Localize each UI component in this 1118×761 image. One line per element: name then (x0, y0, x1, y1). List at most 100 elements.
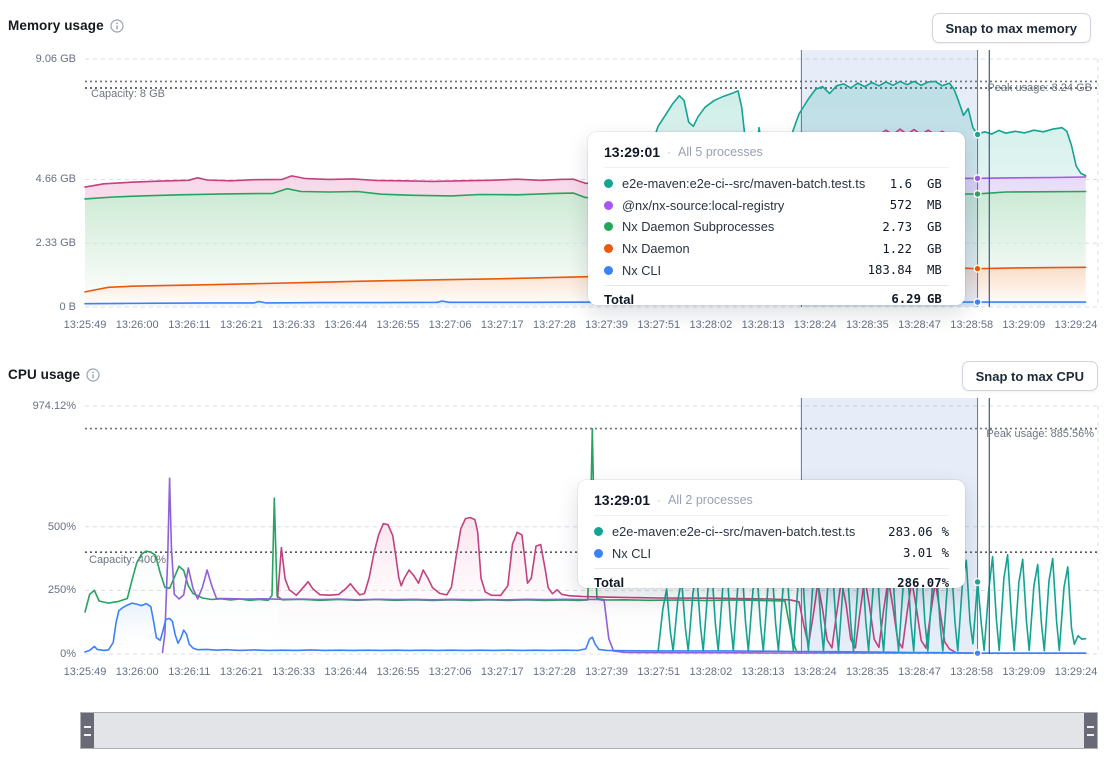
memory-y-tick-label: 9.06 GB (4, 53, 76, 65)
memory-x-tick-label: 13:27:17 (481, 319, 524, 331)
tooltip-rows: e2e-maven:e2e-ci--src/maven-batch.test.t… (594, 516, 949, 568)
charts-canvas[interactable] (0, 0, 1118, 761)
tooltip-header: 13:29:01 · All 5 processes (604, 141, 949, 168)
cpu-x-tick-label: 13:26:55 (377, 666, 420, 678)
cpu-usage-header: CPU usage (8, 367, 100, 382)
cpu-x-tick-label: 13:26:11 (168, 666, 210, 678)
process-color-dot-icon (594, 527, 603, 536)
process-value-unit: % (942, 546, 949, 560)
process-name: e2e-maven:e2e-ci--src/maven-batch.test.t… (622, 176, 881, 191)
process-color-dot-icon (604, 244, 613, 253)
cpu-x-tick-label: 13:28:02 (689, 666, 732, 678)
memory-x-tick-label: 13:28:58 (950, 319, 993, 331)
memory-hover-marker-nx-cli (974, 299, 981, 306)
cpu-x-tick-label: 13:29:09 (1002, 666, 1045, 678)
tooltip-total-unit: % (942, 576, 949, 590)
tooltip-separator: · (667, 145, 671, 159)
process-value-unit: GB (927, 177, 949, 191)
memory-hover-marker-nx-daemon (974, 265, 981, 272)
cpu-y-tick-label: 250% (4, 584, 76, 596)
brush-handle-right[interactable] (1084, 713, 1097, 748)
process-value: 283.06 (888, 525, 932, 539)
tooltip-rows: e2e-maven:e2e-ci--src/maven-batch.test.t… (604, 168, 949, 285)
tooltip-total-label: Total (594, 575, 897, 590)
memory-x-tick-label: 13:26:21 (220, 319, 263, 331)
cpu-y-tick-label: 974.12% (4, 400, 76, 412)
memory-capacity-label: Capacity: 8 GB (91, 88, 165, 100)
brush-track[interactable] (94, 713, 1084, 748)
tooltip-time: 13:29:01 (594, 492, 650, 508)
cpu-usage-title: CPU usage (8, 367, 80, 382)
tooltip-total-label: Total (604, 292, 891, 307)
tooltip-row: Nx CLI 3.01% (594, 543, 949, 565)
memory-x-tick-label: 13:26:44 (324, 319, 367, 331)
process-name: Nx Daemon (622, 241, 873, 256)
cpu-x-tick-label: 13:27:39 (585, 666, 628, 678)
cpu-capacity-label: Capacity: 400% (89, 554, 166, 566)
cpu-hover-marker-nx-cli (974, 650, 981, 657)
time-range-brush[interactable] (80, 712, 1098, 749)
tooltip-row: Nx Daemon1.22GB (604, 238, 949, 260)
snap-to-max-cpu-button[interactable]: Snap to max CPU (962, 361, 1098, 391)
cpu-hover-marker-e2e-maven (974, 579, 981, 586)
memory-x-tick-label: 13:26:55 (377, 319, 420, 331)
cpu-x-tick-label: 13:28:24 (794, 666, 837, 678)
memory-x-tick-label: 13:28:24 (794, 319, 837, 331)
memory-x-tick-label: 13:27:28 (533, 319, 576, 331)
process-value-unit: MB (927, 198, 949, 212)
process-name: Nx CLI (622, 263, 859, 278)
process-value-unit: MB (927, 263, 949, 277)
process-graphs-page: Memory usage Snap to max memory CPU usag… (0, 0, 1118, 761)
memory-x-tick-label: 13:27:39 (585, 319, 628, 331)
cpu-x-tick-label: 13:27:51 (637, 666, 680, 678)
cpu-x-tick-label: 13:28:35 (846, 666, 889, 678)
memory-hover-marker-local-registry (974, 175, 981, 182)
cpu-y-tick-label: 500% (4, 521, 76, 533)
snap-to-max-memory-button[interactable]: Snap to max memory (932, 13, 1092, 43)
memory-tooltip: 13:29:01 · All 5 processes e2e-maven:e2e… (588, 132, 965, 305)
info-icon[interactable] (86, 368, 100, 382)
cpu-x-tick-label: 13:27:17 (481, 666, 524, 678)
process-name: @nx/nx-source:local-registry (622, 198, 881, 213)
cpu-x-tick-label: 13:28:13 (742, 666, 785, 678)
memory-y-tick-label: 4.66 GB (4, 173, 76, 185)
process-value-unit: % (942, 525, 949, 539)
process-value: 3.01 (903, 546, 933, 560)
tooltip-row: e2e-maven:e2e-ci--src/maven-batch.test.t… (604, 173, 949, 195)
process-color-dot-icon (604, 266, 613, 275)
memory-x-tick-label: 13:28:13 (742, 319, 785, 331)
memory-y-tick-label: 2.33 GB (4, 237, 76, 249)
memory-x-tick-label: 13:28:35 (846, 319, 889, 331)
memory-hover-marker-nx-daemon-subprocesses (974, 191, 981, 198)
memory-usage-title: Memory usage (8, 18, 104, 33)
memory-y-tick-label: 0 B (4, 301, 76, 313)
tooltip-total-unit: GB (927, 292, 949, 306)
cpu-x-tick-label: 13:28:47 (898, 666, 941, 678)
brush-handle-left[interactable] (81, 713, 94, 748)
process-color-dot-icon (604, 201, 613, 210)
cpu-x-tick-label: 13:26:21 (220, 666, 263, 678)
cpu-x-tick-label: 13:28:58 (950, 666, 993, 678)
memory-hover-marker-e2e-maven (974, 131, 981, 138)
tooltip-subtitle: All 2 processes (668, 493, 753, 507)
info-icon[interactable] (110, 19, 124, 33)
tooltip-total-value: 6.29 (891, 292, 921, 306)
process-color-dot-icon (604, 179, 613, 188)
cpu-x-tick-label: 13:27:06 (429, 666, 472, 678)
tooltip-row: e2e-maven:e2e-ci--src/maven-batch.test.t… (594, 521, 949, 543)
tooltip-total-row: Total 286.07 % (594, 568, 949, 590)
process-value-unit: GB (927, 220, 949, 234)
memory-usage-header: Memory usage (8, 18, 124, 33)
process-value: 572 (890, 198, 912, 212)
memory-peak-label: Peak usage: 8.24 GB (987, 82, 1092, 94)
process-value: 1.22 (882, 242, 912, 256)
process-value: 183.84 (868, 263, 912, 277)
tooltip-row: @nx/nx-source:local-registry 572 MB (604, 195, 949, 217)
process-value: 1.6 (890, 177, 912, 191)
memory-x-tick-label: 13:28:02 (689, 319, 732, 331)
process-name: Nx CLI (612, 546, 894, 561)
cpu-x-tick-label: 13:26:33 (272, 666, 315, 678)
cpu-tooltip: 13:29:01 · All 2 processes e2e-maven:e2e… (578, 480, 965, 588)
memory-x-tick-label: 13:29:24 (1055, 319, 1098, 331)
process-name: Nx Daemon Subprocesses (622, 219, 873, 234)
